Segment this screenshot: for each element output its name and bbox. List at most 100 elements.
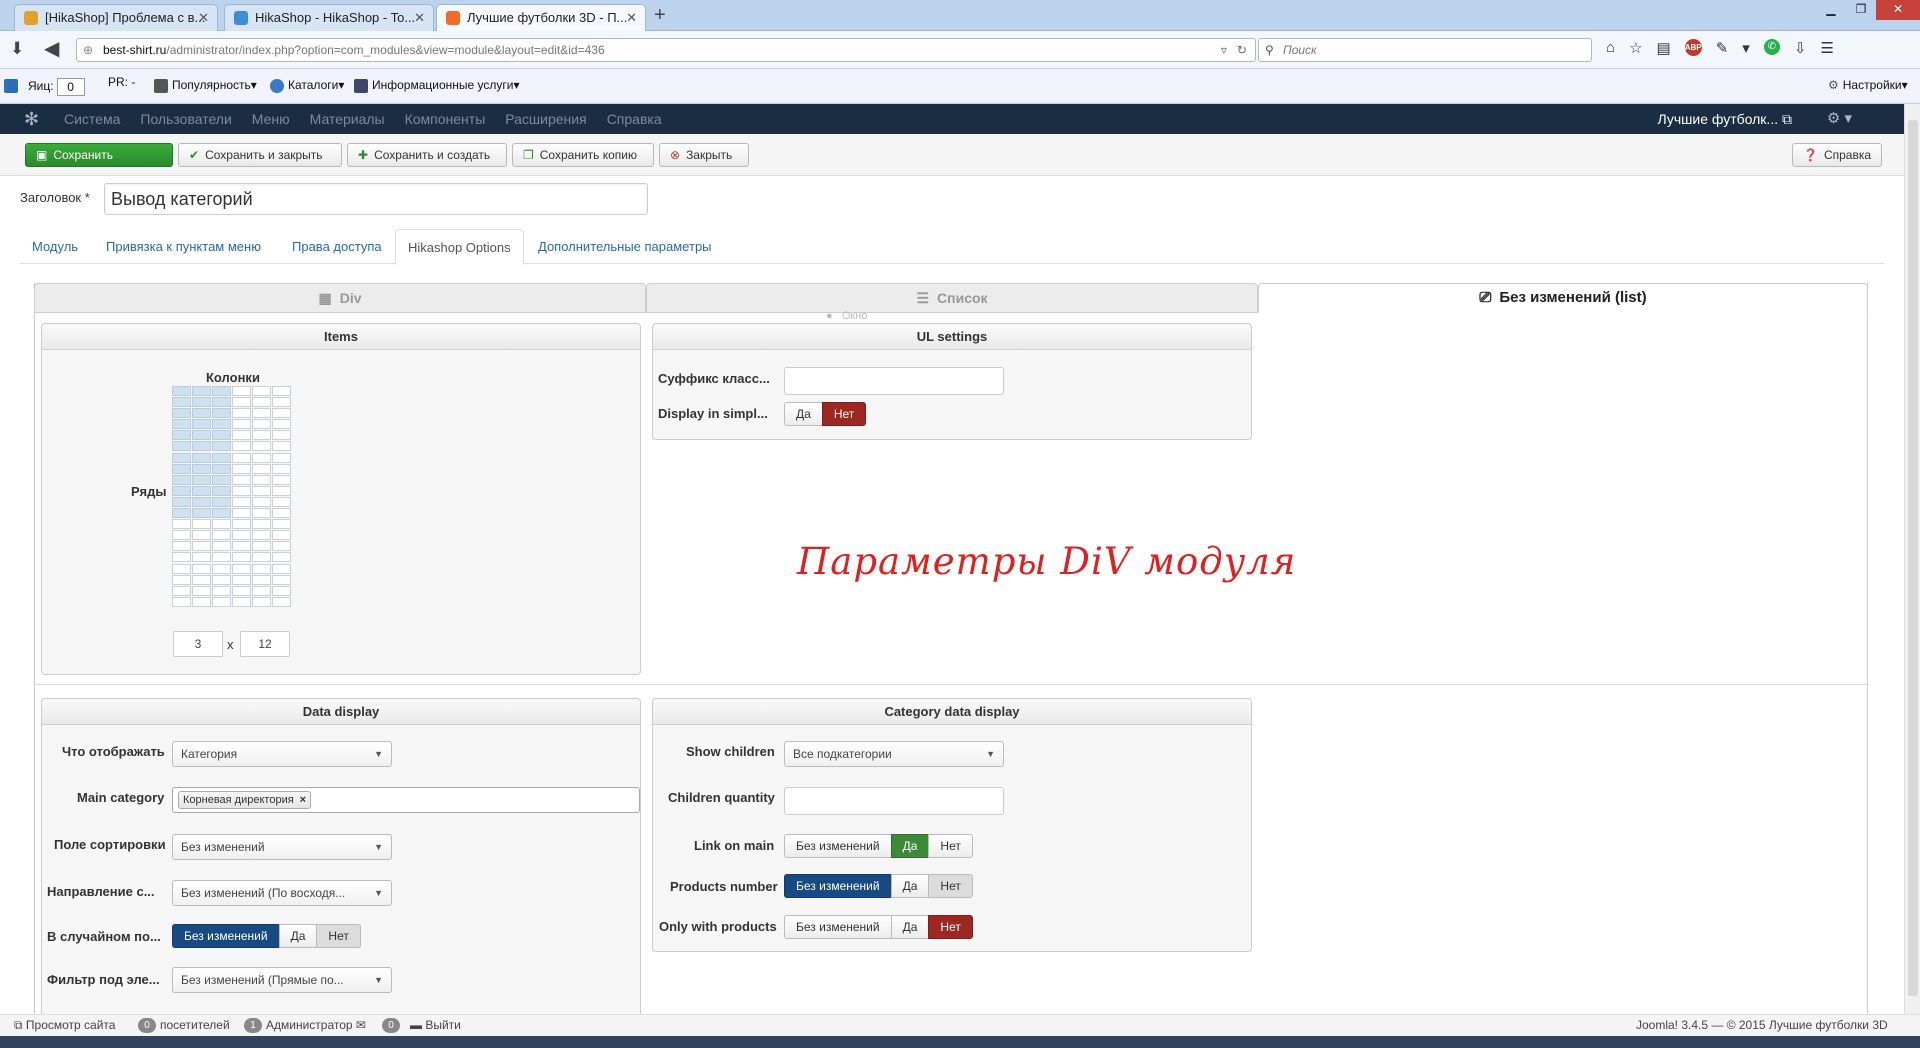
grid-cell[interactable] bbox=[272, 408, 291, 419]
grid-cell[interactable] bbox=[172, 441, 191, 452]
grid-cell[interactable] bbox=[212, 386, 231, 396]
grid-cell[interactable] bbox=[172, 574, 191, 585]
grid-cell[interactable] bbox=[232, 552, 251, 563]
grid-cell[interactable] bbox=[272, 541, 291, 552]
grid-cell[interactable] bbox=[252, 496, 271, 507]
grid-cell[interactable] bbox=[272, 552, 291, 563]
whatsapp-icon[interactable]: ✆ bbox=[1763, 39, 1780, 55]
grid-cell[interactable] bbox=[172, 474, 191, 485]
save-close-button[interactable]: ✔ Сохранить и закрыть bbox=[178, 143, 342, 167]
grid-cell[interactable] bbox=[172, 452, 191, 463]
grid-cell[interactable] bbox=[272, 596, 291, 607]
grid-cell[interactable] bbox=[212, 430, 231, 441]
grid-cell[interactable] bbox=[212, 563, 231, 574]
download-arrow-icon[interactable]: ⬇ bbox=[10, 39, 24, 59]
scrollbar-thumb[interactable] bbox=[1908, 120, 1918, 996]
address-bar[interactable]: ⊕ best-shirt.ru/administrator/index.php?… bbox=[76, 38, 1256, 62]
grid-cell[interactable] bbox=[172, 496, 191, 507]
pagerank[interactable]: PR: - bbox=[108, 75, 135, 89]
grid-cell[interactable] bbox=[252, 485, 271, 496]
grid-cell[interactable] bbox=[272, 419, 291, 430]
grid-cell[interactable] bbox=[192, 386, 211, 396]
random-inherit-option[interactable]: Без изменений bbox=[172, 924, 280, 948]
grid-cell[interactable] bbox=[232, 485, 251, 496]
link-main-inherit-option[interactable]: Без изменений bbox=[784, 834, 892, 858]
save-new-button[interactable]: ✚ Сохранить и создать bbox=[347, 143, 507, 167]
tab-permissions[interactable]: Права доступа bbox=[280, 229, 394, 264]
site-link[interactable]: Лучшие футболк... ⧉ bbox=[1658, 104, 1793, 134]
grid-cell[interactable] bbox=[212, 496, 231, 507]
save-copy-button[interactable]: ❐ Сохранить копию bbox=[512, 143, 654, 167]
popularity-menu[interactable]: Популярность▾ bbox=[154, 78, 257, 93]
grid-cell[interactable] bbox=[232, 463, 251, 474]
grid-cell[interactable] bbox=[172, 541, 191, 552]
grid-cell[interactable] bbox=[192, 574, 211, 585]
filter-select[interactable]: Без изменений (Прямые по... ▼ bbox=[172, 967, 392, 993]
downloads-icon[interactable]: ⇩ bbox=[1794, 39, 1807, 57]
grid-cell[interactable] bbox=[192, 496, 211, 507]
info-services-menu[interactable]: Информационные услуги▾ bbox=[354, 78, 520, 93]
grid-cell[interactable] bbox=[212, 508, 231, 519]
grid-cell[interactable] bbox=[252, 519, 271, 530]
save-button[interactable]: ▣ Сохранить bbox=[25, 143, 173, 167]
grid-cell[interactable] bbox=[232, 496, 251, 507]
tab-menu-assignment[interactable]: Привязка к пунктам меню bbox=[94, 229, 273, 264]
grid-cell[interactable] bbox=[252, 408, 271, 419]
grid-cell[interactable] bbox=[252, 474, 271, 485]
grid-cell[interactable] bbox=[172, 563, 191, 574]
products-num-yes-option[interactable]: Да bbox=[890, 874, 930, 898]
settings-menu[interactable]: ⚙ Настройки▾ bbox=[1828, 78, 1908, 92]
grid-cell[interactable] bbox=[272, 574, 291, 585]
close-icon[interactable]: ✕ bbox=[414, 5, 425, 31]
grid-cell[interactable] bbox=[172, 485, 191, 496]
what-display-select[interactable]: Категория ▼ bbox=[172, 741, 392, 767]
grid-cell[interactable] bbox=[172, 430, 191, 441]
grid-cell[interactable] bbox=[252, 397, 271, 408]
grid-cell[interactable] bbox=[232, 519, 251, 530]
children-quantity-input[interactable] bbox=[784, 787, 1004, 815]
display-simple-yes[interactable]: Да bbox=[784, 402, 823, 426]
close-icon[interactable]: ✕ bbox=[198, 5, 209, 31]
grid-cell[interactable] bbox=[272, 519, 291, 530]
grid-cell[interactable] bbox=[272, 430, 291, 441]
adblock-icon[interactable]: ABP bbox=[1684, 39, 1702, 56]
menu-arrow-icon[interactable]: ▾ bbox=[1742, 39, 1750, 57]
grid-cell[interactable] bbox=[172, 463, 191, 474]
yandex-index[interactable]: Яиц: 0 bbox=[28, 78, 85, 96]
grid-cell[interactable] bbox=[252, 430, 271, 441]
grid-cell[interactable] bbox=[232, 441, 251, 452]
grid-cell[interactable] bbox=[212, 474, 231, 485]
grid-cell[interactable] bbox=[232, 397, 251, 408]
grid-cell[interactable] bbox=[192, 519, 211, 530]
new-tab-icon[interactable]: + bbox=[654, 4, 666, 27]
main-category-input[interactable]: Корневая директория × bbox=[172, 787, 640, 813]
grid-cell[interactable] bbox=[272, 496, 291, 507]
grid-cell[interactable] bbox=[232, 430, 251, 441]
grid-cell[interactable] bbox=[272, 508, 291, 519]
only-products-yes-option[interactable]: Да bbox=[890, 915, 930, 939]
display-simple-no[interactable]: Нет bbox=[821, 402, 867, 426]
grid-cell[interactable] bbox=[192, 419, 211, 430]
tab-hikashop-options[interactable]: Hikashop Options bbox=[395, 229, 524, 265]
grid-cell[interactable] bbox=[192, 508, 211, 519]
menu-users[interactable]: Пользователи bbox=[140, 104, 231, 134]
grid-cell[interactable] bbox=[232, 574, 251, 585]
search-input[interactable]: ⚲ Поиск bbox=[1258, 38, 1592, 62]
grid-cell[interactable] bbox=[272, 530, 291, 541]
grid-cell[interactable] bbox=[192, 408, 211, 419]
only-products-no-option[interactable]: Нет bbox=[928, 915, 973, 939]
view-site-link[interactable]: ⧉ Просмотр сайта bbox=[14, 1018, 115, 1033]
remove-tag-icon[interactable]: × bbox=[300, 794, 306, 806]
grid-cell[interactable] bbox=[172, 585, 191, 596]
reading-list-icon[interactable]: ▤ bbox=[1657, 39, 1671, 57]
grid-cell[interactable] bbox=[272, 585, 291, 596]
grid-cell[interactable] bbox=[212, 397, 231, 408]
menu-extensions[interactable]: Расширения bbox=[505, 104, 586, 134]
grid-cell[interactable] bbox=[172, 519, 191, 530]
grid-cell[interactable] bbox=[212, 408, 231, 419]
columns-count-input[interactable]: 3 bbox=[173, 631, 223, 657]
help-button[interactable]: ❓ Справка bbox=[1792, 143, 1882, 167]
grid-cell[interactable] bbox=[172, 419, 191, 430]
menu-menus[interactable]: Меню bbox=[252, 104, 290, 134]
grid-cell[interactable] bbox=[212, 574, 231, 585]
